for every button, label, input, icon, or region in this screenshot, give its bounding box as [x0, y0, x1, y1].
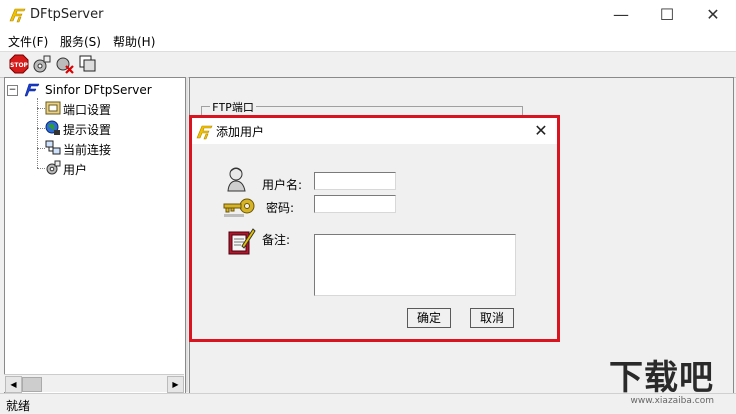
watermark: 下载吧 www.xiazaiba.com: [594, 350, 722, 410]
maximize-button[interactable]: ☐: [644, 0, 690, 30]
watermark-url: www.xiazaiba.com: [630, 396, 714, 406]
svg-text:STOP: STOP: [10, 62, 29, 69]
pane-splitter[interactable]: [186, 77, 188, 392]
tree-item-current-connections[interactable]: 当前连接: [37, 139, 177, 157]
tree-root-label: Sinfor DFtpServer: [45, 83, 152, 97]
status-text: 就绪: [6, 399, 31, 413]
watermark-logo: 下载吧: [609, 358, 714, 398]
tree-view[interactable]: − Sinfor DFtpServer 端口设置 提示设置 当前连接 用户: [4, 77, 186, 394]
add-user-dialog: 添加用户 ✕ 用户名: 密码: 备注: 确定 取消: [189, 115, 560, 342]
port-settings-icon: [45, 101, 61, 115]
scroll-thumb[interactable]: [22, 377, 42, 392]
menu-help[interactable]: 帮助(H): [113, 33, 155, 50]
cancel-button[interactable]: 取消: [470, 308, 514, 328]
tree-item-users[interactable]: 用户: [37, 159, 177, 177]
tree-item-prompt-settings[interactable]: 提示设置: [37, 119, 177, 137]
dialog-close-button[interactable]: ✕: [531, 121, 551, 141]
menu-service[interactable]: 服务(S): [60, 33, 101, 50]
disconnect-icon[interactable]: [55, 54, 75, 74]
title-bar: DFtpServer — ☐ ✕: [0, 0, 736, 30]
menu-bar: 文件(F) 服务(S) 帮助(H): [0, 30, 736, 51]
notebook-icon: [228, 228, 256, 255]
ftp-port-group-label: FTP端口: [210, 99, 256, 115]
tree-item-port-settings[interactable]: 端口设置: [37, 99, 177, 117]
password-label: 密码:: [266, 201, 295, 215]
toolbar: STOP: [0, 51, 736, 78]
dialog-title-bar: 添加用户 ✕: [192, 118, 557, 144]
window-title: DFtpServer: [30, 7, 104, 22]
prompt-settings-icon: [45, 120, 60, 135]
connect-icon[interactable]: [32, 54, 52, 74]
scroll-right-button[interactable]: ▶: [167, 376, 184, 393]
minimize-button[interactable]: —: [598, 0, 644, 30]
ok-button[interactable]: 确定: [407, 308, 451, 328]
copy-icon[interactable]: [78, 54, 98, 74]
password-input[interactable]: [314, 195, 396, 213]
key-icon: [223, 198, 255, 217]
tree-horizontal-scrollbar[interactable]: ◀ ▶: [4, 374, 184, 393]
server-icon: [24, 83, 40, 97]
app-icon: [9, 8, 26, 23]
menu-file[interactable]: 文件(F): [8, 33, 48, 50]
scroll-left-button[interactable]: ◀: [5, 376, 22, 393]
collapse-icon[interactable]: −: [7, 85, 18, 96]
user-icon: [227, 167, 246, 192]
users-icon: [46, 160, 61, 175]
username-input[interactable]: [314, 172, 396, 190]
connections-icon: [45, 140, 61, 155]
dialog-title: 添加用户: [216, 125, 265, 139]
note-label: 备注:: [262, 233, 291, 247]
dialog-app-icon: [196, 125, 213, 140]
stop-icon[interactable]: STOP: [9, 54, 29, 74]
note-textarea[interactable]: [314, 234, 516, 296]
close-button[interactable]: ✕: [690, 0, 736, 30]
username-label: 用户名:: [262, 178, 303, 192]
